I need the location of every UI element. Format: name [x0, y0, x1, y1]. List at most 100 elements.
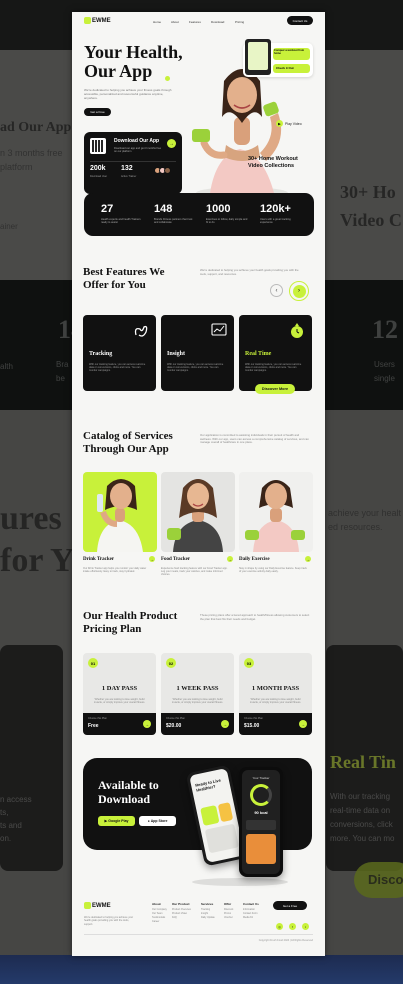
footer-link[interactable]: FAQ	[172, 916, 191, 920]
plan-footer: Choose this Plan $15.00 →	[239, 713, 312, 735]
ghost-text: Bra	[56, 360, 69, 369]
download-stat-label: Download User	[90, 175, 108, 178]
arrow-right-icon[interactable]: →	[227, 556, 233, 562]
contact-button[interactable]: Contact Us	[287, 16, 313, 25]
next-arrow-button[interactable]: ›	[289, 281, 309, 301]
app-store-button[interactable]: ● App Store	[139, 816, 176, 826]
arrow-right-icon[interactable]: →	[305, 556, 311, 562]
discover-more-button[interactable]: Discover More	[255, 384, 295, 394]
plan-choose-label: Choose this Plan	[244, 717, 263, 720]
plan-name: 1 MONTH PASS	[251, 685, 300, 692]
pricing-card-month[interactable]: 03 1 MONTH PASS Whether you are looking …	[239, 653, 312, 735]
workout-caption: 30+ Home Workout Video Collections	[248, 156, 298, 169]
copyright: Copyright Fresh Food 2024 | All Rights R…	[258, 939, 313, 942]
hero-cta-button[interactable]: Get a Free	[84, 108, 111, 116]
footer-col-contact: Information Contact Form Media Kit	[243, 908, 257, 920]
logo-text: EWME	[92, 17, 111, 24]
pricing-title: Our Health Product Pricing Plan	[83, 610, 178, 635]
ghost-heading: ad Our App	[0, 120, 72, 135]
plan-desc: Whether you are looking to lose weight, …	[93, 698, 146, 705]
phone-headline: Ready to Live Healthier?	[194, 777, 222, 793]
ghost-text: ts,	[0, 808, 9, 817]
feature-card-insight[interactable]: Insight With our tracking feature, you c…	[161, 315, 234, 391]
ghost-text: Users	[374, 360, 395, 369]
plan-price: Free	[88, 723, 99, 729]
nav-link-pricing[interactable]: Pricing	[235, 20, 244, 24]
download-title: Available to Download	[98, 778, 159, 806]
stat-value: 1000	[206, 203, 231, 215]
instagram-icon[interactable]: ◎	[276, 923, 283, 930]
stat-label: Brands Fitness partners that trust and c…	[154, 218, 193, 225]
ghost-heading: Real Tin	[330, 752, 396, 772]
ghost-text: alth	[0, 362, 13, 371]
hero-description: We're dedicated to helping you achieve y…	[84, 88, 172, 101]
footer-logo[interactable]: EWME	[84, 902, 111, 909]
chevron-right-icon: ›	[292, 284, 306, 298]
nav-link-features[interactable]: Features	[189, 20, 201, 24]
ghost-text: n access	[0, 795, 32, 804]
facebook-icon[interactable]: f	[289, 923, 296, 930]
footer-divider	[84, 934, 313, 935]
footer-cta-button[interactable]: Get a Free	[273, 901, 307, 910]
promo-title: Conquer a workout from home	[273, 48, 310, 60]
nav-link-download[interactable]: Download	[211, 20, 224, 24]
arrow-right-icon[interactable]: →	[221, 720, 229, 728]
logo[interactable]: EWME	[84, 17, 111, 24]
nav-link-about[interactable]: About	[171, 20, 179, 24]
footer-link[interactable]: Media Kit	[243, 916, 257, 920]
feature-card-tracking[interactable]: Tracking With our tracking feature, you …	[83, 315, 156, 391]
download-card-title: Download Our App	[114, 138, 160, 144]
ghost-text: on.	[0, 834, 12, 843]
hero-title: Your Health, Our App	[84, 42, 183, 81]
play-store-icon: ▶	[104, 819, 108, 823]
footer-link[interactable]: Career	[152, 920, 167, 924]
daily-exercise-image	[239, 472, 313, 552]
arrow-right-icon[interactable]: →	[143, 720, 151, 728]
stat-label: Health experts and health Trainers ready…	[101, 218, 141, 225]
pricing-card-day[interactable]: 01 1 DAY PASS Whether you are looking to…	[83, 653, 156, 735]
nav-link-home[interactable]: Home	[153, 20, 161, 24]
pricing-description: These pricing plans offer a tiered appro…	[200, 613, 310, 621]
footer-col-heading: Offer	[224, 902, 232, 906]
app-store-label: App Store	[150, 819, 168, 823]
feature-card-realtime[interactable]: Real Time With our tracking feature, you…	[239, 315, 312, 394]
arrow-right-icon[interactable]: →	[149, 556, 155, 562]
food-tracker-image	[161, 472, 235, 552]
stat-label: Users with a great tracking experience	[260, 218, 291, 225]
twitter-icon[interactable]: t	[302, 923, 309, 930]
footer-col-about: Our Company Our Team Testimonials Career	[152, 908, 167, 924]
phone-tracker-title: Your Tracker	[252, 776, 270, 780]
plan-number: 02	[166, 658, 176, 668]
footer-logo-text: EWME	[92, 902, 111, 909]
feature-desc: With our tracking feature, you can acces…	[89, 363, 146, 373]
service-title: Drink Tracker	[83, 557, 115, 562]
download-card[interactable]: Download Our App Download our app and ge…	[84, 132, 182, 194]
footer-col-product: Product Overview Product Video FAQ	[172, 908, 191, 920]
google-play-label: Google Play	[108, 819, 129, 823]
plan-choose-label: Choose this Plan	[88, 717, 107, 720]
footer-description: We're dedicated to helping you achieve y…	[84, 916, 134, 926]
feature-title: Tracking	[89, 351, 113, 357]
service-desc: Our Drink Tracker app helps you monitor …	[83, 567, 147, 574]
tracking-icon	[134, 325, 148, 337]
prev-arrow-button[interactable]: ‹	[270, 284, 283, 297]
arrow-right-icon[interactable]: →	[299, 720, 307, 728]
plan-desc: Whether you are looking to lose weight, …	[249, 698, 302, 705]
stats-bar: 27 Health experts and health Trainers re…	[84, 193, 314, 236]
promo-cta-button[interactable]: Check it Out	[273, 64, 310, 73]
ghost-number: 12	[372, 315, 398, 344]
footer-link[interactable]: Daily Update	[201, 916, 215, 920]
arrow-right-icon[interactable]: →	[167, 139, 176, 148]
plan-desc: Whether you are looking to lose weight, …	[171, 698, 224, 705]
service-title: Daily Exercise	[239, 557, 270, 562]
google-play-button[interactable]: ▶ Google Play	[98, 816, 135, 826]
stat-value: 148	[154, 203, 173, 215]
logo-mark-icon	[84, 17, 91, 24]
footer-link[interactable]: Voucher	[224, 916, 233, 920]
play-video-button[interactable]: ▶ Play Video	[276, 120, 302, 127]
plan-price: $20.00	[166, 723, 182, 729]
pricing-card-week[interactable]: 02 1 WEEK PASS Whether you are looking t…	[161, 653, 234, 735]
promo-card[interactable]: Conquer a workout from home Check it Out	[243, 39, 313, 77]
ghost-heading: 30+ Ho	[340, 182, 396, 202]
stat-value: 27	[101, 203, 114, 215]
